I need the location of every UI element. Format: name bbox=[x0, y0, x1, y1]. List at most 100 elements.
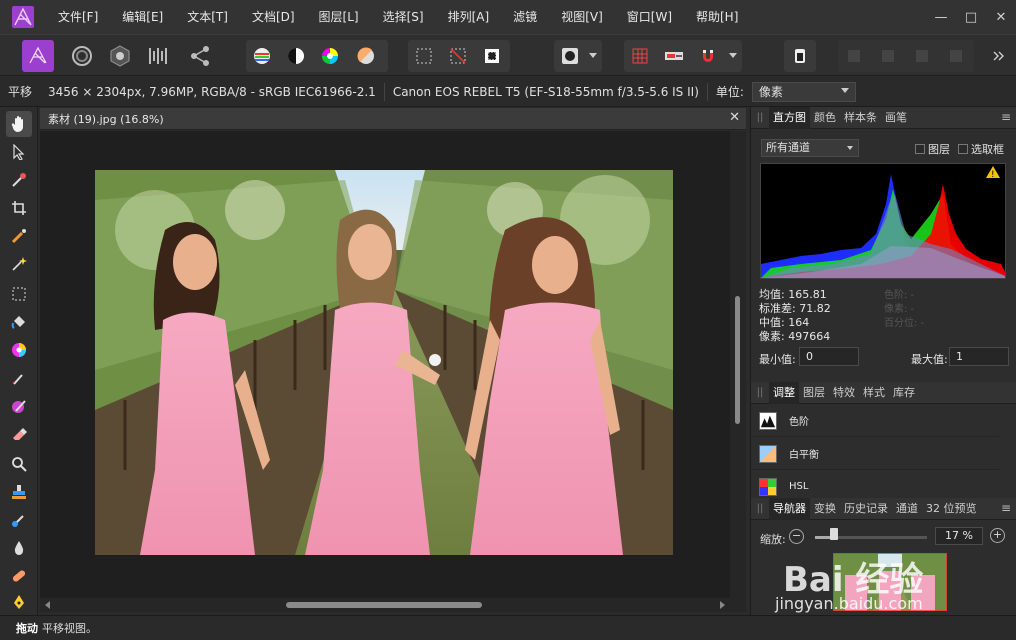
auto-contrast-icon[interactable] bbox=[280, 40, 312, 72]
document-tab[interactable]: 素材 (19).jpg (16.8%) ✕ bbox=[40, 108, 746, 130]
menu-text[interactable]: 文本[T] bbox=[175, 0, 240, 34]
watermark-url: jingyan.baidu.com bbox=[775, 594, 923, 613]
levels-adjust-icon[interactable] bbox=[246, 40, 278, 72]
move-tool-icon[interactable] bbox=[6, 139, 32, 165]
color-replacement-tool-icon[interactable] bbox=[6, 393, 32, 419]
develop-persona-icon[interactable] bbox=[104, 40, 136, 72]
tab-effects[interactable]: 特效 bbox=[829, 382, 859, 404]
select-all-icon[interactable] bbox=[408, 40, 440, 72]
panel-menu-icon[interactable]: ≡ bbox=[1001, 110, 1011, 124]
zoom-out-button[interactable]: − bbox=[789, 529, 804, 544]
panel-menu-icon[interactable]: ≡ bbox=[1001, 501, 1011, 515]
crop-tool-icon[interactable] bbox=[6, 195, 32, 221]
vertical-scrollbar[interactable] bbox=[730, 131, 746, 598]
quick-mask-icon[interactable] bbox=[554, 40, 586, 72]
minimize-button[interactable]: — bbox=[926, 0, 956, 34]
tab-styles[interactable]: 样式 bbox=[859, 382, 889, 404]
menu-view[interactable]: 视图[V] bbox=[549, 0, 615, 34]
zoom-in-button[interactable]: + bbox=[990, 528, 1005, 543]
canvas-area[interactable] bbox=[40, 131, 730, 598]
tab-stock[interactable]: 库存 bbox=[889, 382, 919, 404]
panel-grip-icon[interactable]: || bbox=[751, 503, 769, 514]
menu-document[interactable]: 文档[D] bbox=[240, 0, 307, 34]
photo-persona-icon[interactable] bbox=[22, 40, 54, 72]
quick-mask-dropdown-icon[interactable] bbox=[584, 40, 602, 72]
invert-selection-icon[interactable] bbox=[476, 40, 508, 72]
toolbar-overflow-icon[interactable] bbox=[986, 40, 1012, 72]
menu-edit[interactable]: 编辑[E] bbox=[110, 0, 175, 34]
selection-brush-tool-icon[interactable] bbox=[6, 223, 32, 249]
auto-white-balance-icon[interactable] bbox=[350, 40, 382, 72]
liquify-persona-icon[interactable] bbox=[66, 40, 98, 72]
tab-brushes[interactable]: 画笔 bbox=[881, 107, 911, 129]
menu-layer[interactable]: 图层[L] bbox=[307, 0, 371, 34]
snapping-dropdown-icon[interactable] bbox=[724, 40, 742, 72]
snapping-magnet-icon[interactable] bbox=[692, 40, 724, 72]
pen-tool-icon[interactable] bbox=[6, 589, 32, 615]
erase-tool-icon[interactable] bbox=[6, 421, 32, 447]
menu-window[interactable]: 窗口[W] bbox=[615, 0, 684, 34]
tab-histogram[interactable]: 直方图 bbox=[769, 106, 810, 129]
close-document-icon[interactable]: ✕ bbox=[729, 110, 740, 125]
tab-swatches[interactable]: 样本条 bbox=[840, 107, 881, 129]
view-tool-hand-icon[interactable] bbox=[6, 111, 32, 137]
scroll-left-icon[interactable] bbox=[44, 601, 52, 609]
paint-brush-tool-icon[interactable] bbox=[6, 365, 32, 391]
tone-mapping-persona-icon[interactable] bbox=[142, 40, 174, 72]
unit-select[interactable]: 像素 bbox=[751, 81, 856, 102]
maximize-button[interactable]: □ bbox=[956, 0, 986, 34]
flood-fill-tool-icon[interactable] bbox=[6, 309, 32, 335]
menu-arrange[interactable]: 排列[A] bbox=[436, 0, 502, 34]
marquee-checkbox[interactable]: 选取框 bbox=[958, 141, 1004, 157]
hsl-icon bbox=[759, 477, 777, 496]
tab-layers[interactable]: 图层 bbox=[799, 382, 829, 404]
clone-tool-icon[interactable] bbox=[6, 479, 32, 505]
document-photo[interactable] bbox=[95, 170, 673, 555]
panel-grip-icon[interactable]: || bbox=[751, 387, 769, 398]
tab-32bit-preview[interactable]: 32 位预览 bbox=[922, 498, 981, 520]
tab-adjustments[interactable]: 调整 bbox=[769, 381, 799, 404]
stat-pixels: 像素: 497664 bbox=[759, 330, 831, 343]
checkbox-icon[interactable] bbox=[915, 144, 925, 154]
grid-icon[interactable] bbox=[624, 40, 656, 72]
tab-navigator[interactable]: 导航器 bbox=[769, 497, 810, 520]
adjustment-levels[interactable]: 色阶 bbox=[751, 405, 999, 437]
blur-tool-icon[interactable] bbox=[6, 535, 32, 561]
adjustment-white-balance[interactable]: 白平衡 bbox=[751, 438, 999, 470]
menu-help[interactable]: 帮助[H] bbox=[684, 0, 750, 34]
flood-select-tool-icon[interactable] bbox=[6, 251, 32, 277]
paste-icon[interactable] bbox=[784, 40, 816, 72]
max-value-field[interactable]: 1 bbox=[949, 347, 1009, 366]
color-picker-tool-icon[interactable] bbox=[6, 167, 32, 193]
close-window-button[interactable]: ✕ bbox=[986, 0, 1016, 34]
checkbox-icon[interactable] bbox=[958, 144, 968, 154]
menu-file[interactable]: 文件[F] bbox=[46, 0, 110, 34]
assistant-icon[interactable] bbox=[658, 40, 690, 72]
zoom-tool-icon[interactable] bbox=[6, 451, 32, 477]
affinity-photo-logo-icon[interactable] bbox=[12, 6, 34, 28]
export-persona-icon[interactable] bbox=[184, 40, 216, 72]
zoom-label: 缩放: bbox=[760, 533, 786, 546]
deselect-icon[interactable] bbox=[442, 40, 474, 72]
layer-checkbox[interactable]: 图层 bbox=[915, 141, 950, 157]
menu-select[interactable]: 选择[S] bbox=[371, 0, 436, 34]
vertical-scroll-thumb[interactable] bbox=[735, 296, 740, 424]
zoom-value-field[interactable]: 17 % bbox=[935, 527, 983, 545]
marquee-tool-icon[interactable] bbox=[6, 281, 32, 307]
color-wheel-tool-icon[interactable] bbox=[6, 337, 32, 363]
tab-history[interactable]: 历史记录 bbox=[840, 498, 892, 520]
horizontal-scroll-thumb[interactable] bbox=[286, 602, 482, 608]
channel-select[interactable]: 所有通道 bbox=[761, 139, 859, 157]
horizontal-scrollbar[interactable] bbox=[40, 598, 746, 612]
tab-transform[interactable]: 变换 bbox=[810, 498, 840, 520]
menu-filters[interactable]: 滤镜 bbox=[501, 0, 549, 34]
min-value-field[interactable]: 0 bbox=[799, 347, 859, 366]
auto-colors-icon[interactable] bbox=[314, 40, 346, 72]
healing-brush-tool-icon[interactable] bbox=[6, 507, 32, 533]
tab-color[interactable]: 颜色 bbox=[810, 107, 840, 129]
bandage-tool-icon[interactable] bbox=[6, 563, 32, 589]
panel-grip-icon[interactable]: || bbox=[751, 112, 769, 123]
scroll-right-icon[interactable] bbox=[718, 601, 726, 609]
tab-channels[interactable]: 通道 bbox=[892, 498, 922, 520]
zoom-slider-thumb[interactable] bbox=[830, 528, 839, 540]
